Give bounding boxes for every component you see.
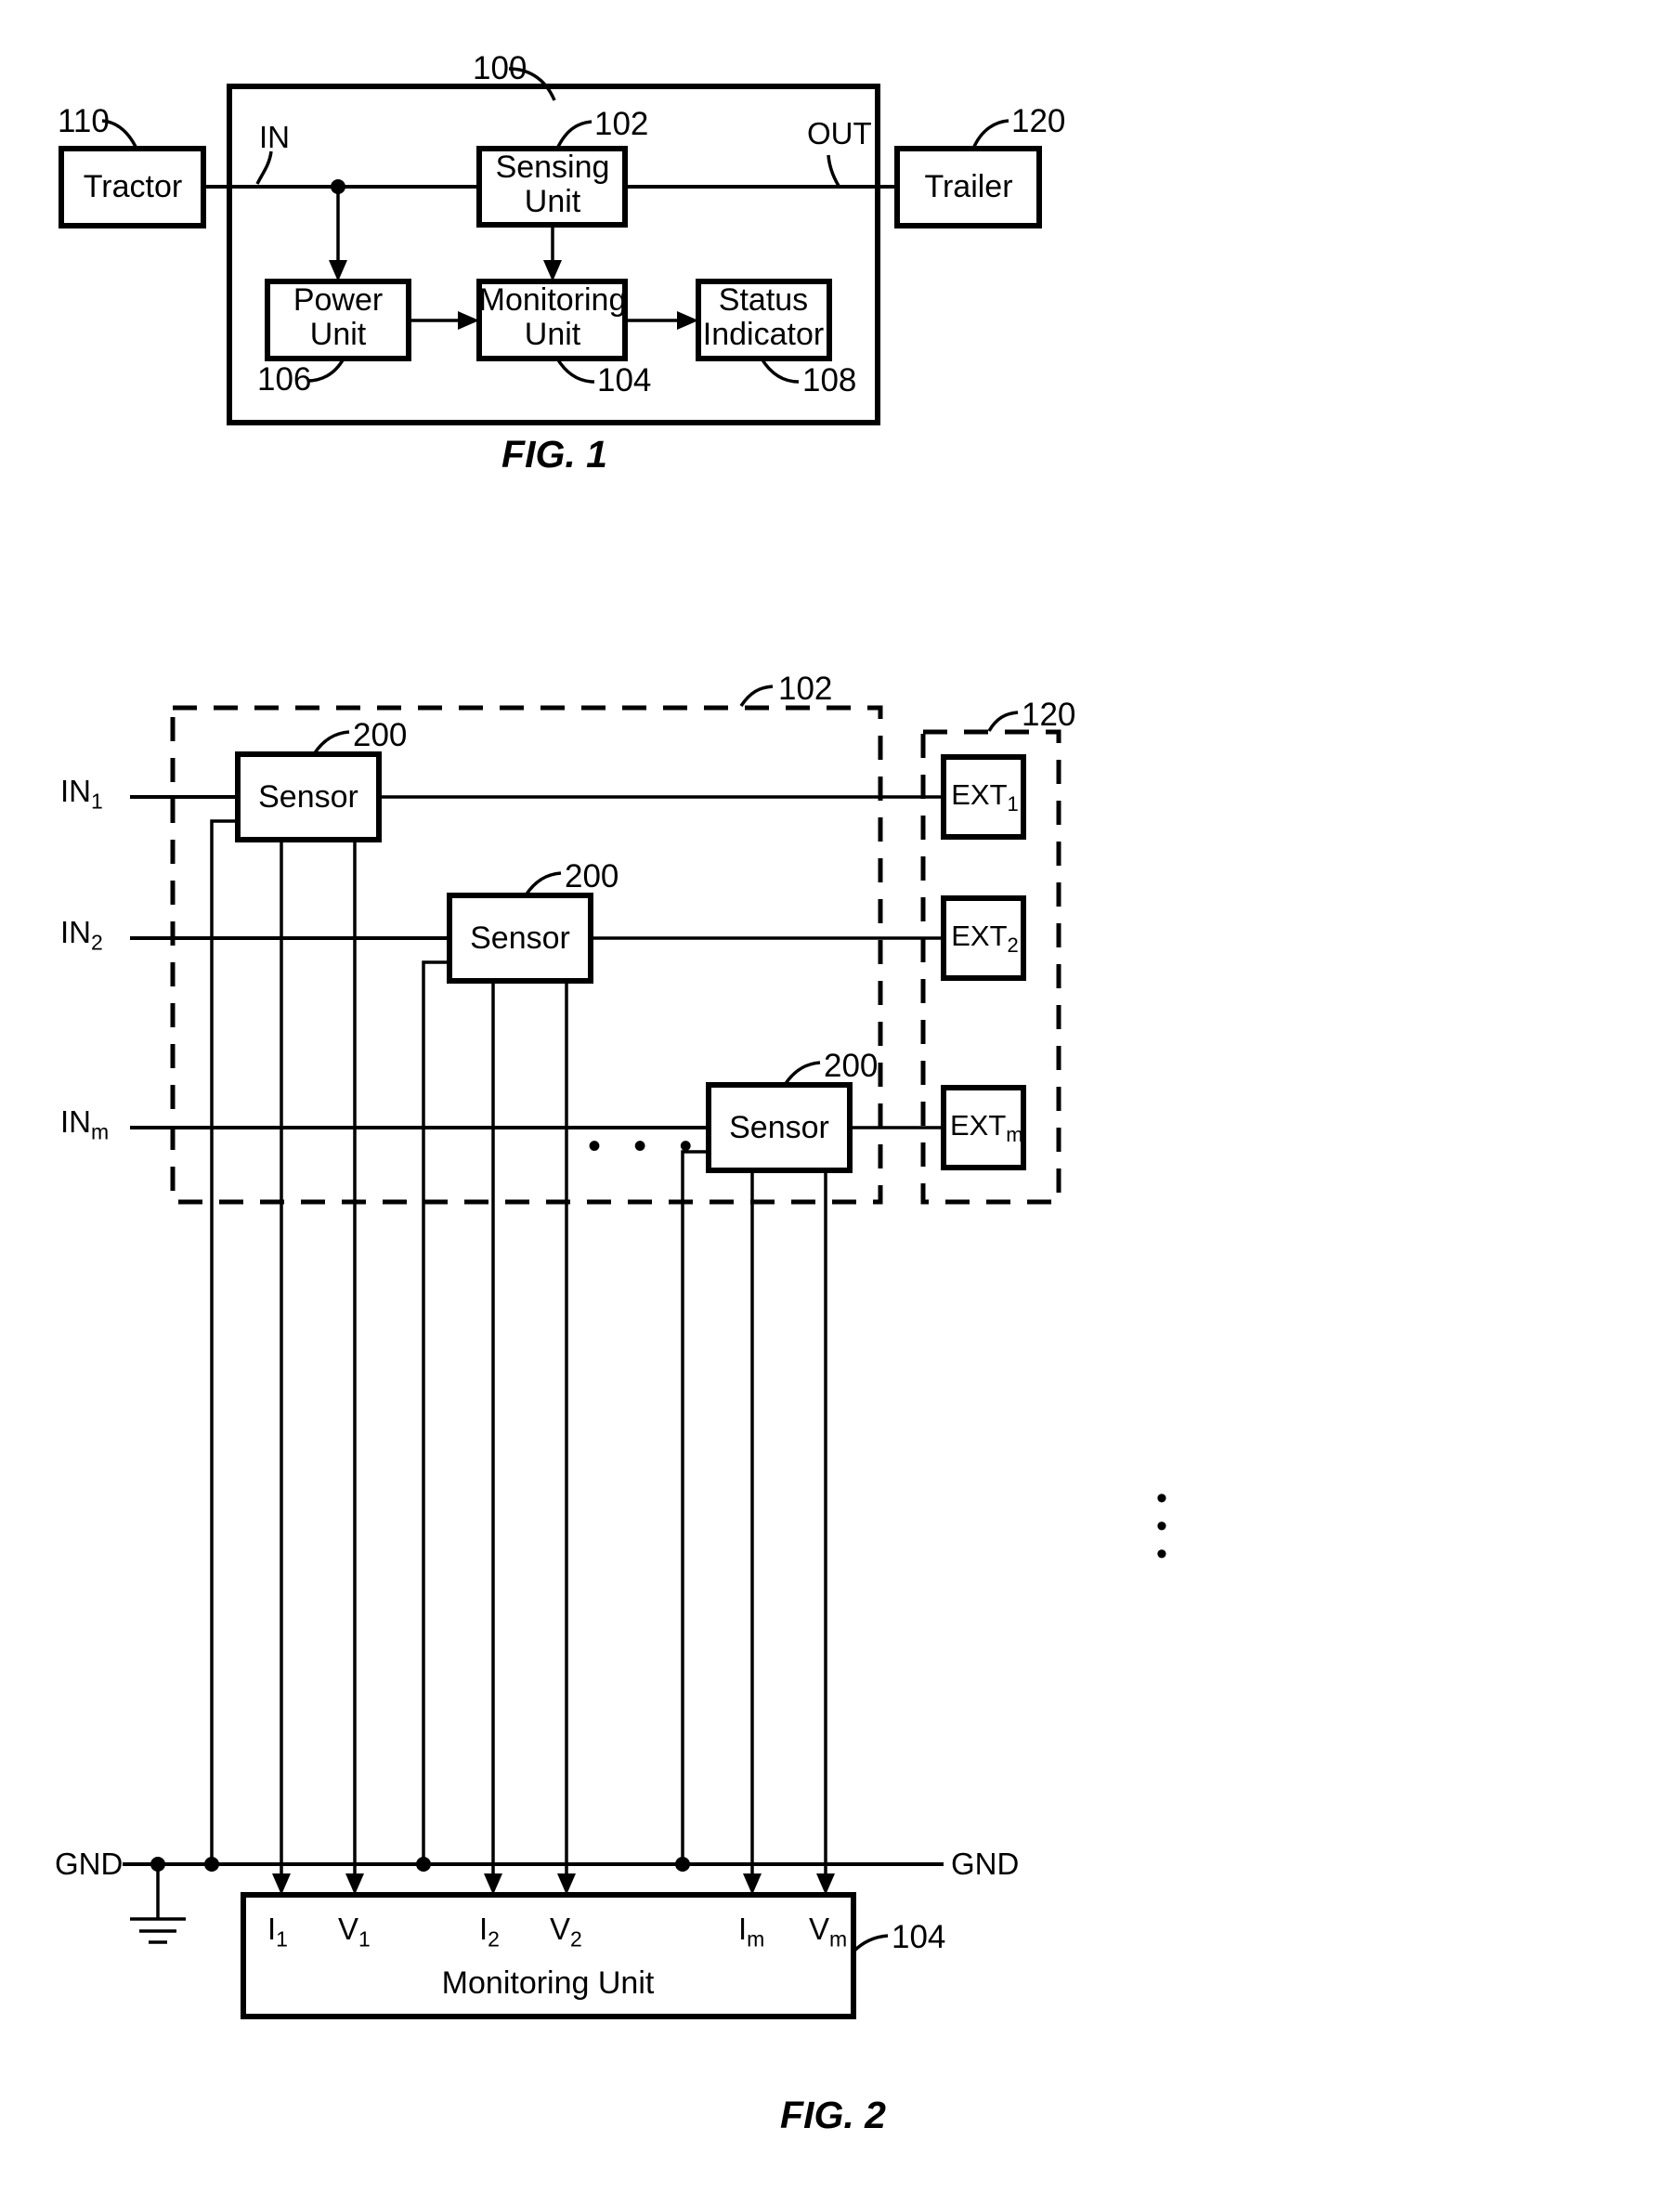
arrowhead-i1 (272, 1873, 291, 1895)
arrowhead-vm (816, 1873, 835, 1895)
ref-numeral-110: 110 (58, 103, 110, 139)
ref-numeral-120: 120 (1011, 103, 1065, 139)
block-label-power-unit-line2: Unit (310, 317, 367, 352)
figure-1-caption: FIG. 1 (501, 433, 607, 476)
block-label-status-indicator-line2: Indicator (703, 317, 824, 352)
block-ext-m (941, 1085, 1026, 1170)
figure-2: 102 120 200 Sensor 200 Sensor 200 Sensor… (123, 671, 1075, 2136)
port-label-in: IN (259, 120, 290, 154)
figure-1: Tractor Trailer Sensing Unit Power Unit … (58, 50, 1065, 476)
ref-numeral-sensor-2-200: 200 (565, 858, 619, 894)
block-label-monitoring-unit-fig2: Monitoring Unit (442, 1965, 655, 2001)
ref-numeral-fig2-104: 104 (892, 1919, 945, 1955)
block-label-sensor-2: Sensor (470, 920, 570, 956)
ref-numeral-fig2-120: 120 (1022, 697, 1075, 733)
block-label-status-indicator-line1: Status (719, 282, 808, 318)
port-label-out: OUT (807, 116, 872, 150)
leader-sensor-2-200 (524, 871, 562, 896)
arrowhead-v2 (557, 1873, 576, 1895)
leader-sensor-m-200 (783, 1061, 821, 1086)
junction-dot-gnd-sensor2 (416, 1857, 431, 1872)
drawing-sheet: Tractor Trailer Sensing Unit Power Unit … (0, 0, 1680, 2193)
block-ext-2 (941, 895, 1026, 981)
wire-sensorm-gnd (681, 1150, 709, 1864)
block-ext-1 (941, 754, 1026, 840)
ref-numeral-108: 108 (802, 362, 856, 398)
leader-fig2-102 (739, 685, 774, 707)
arrowhead-i2 (484, 1873, 502, 1895)
leader-fig2-104 (852, 1934, 889, 1953)
figures-canvas: Tractor Trailer Sensing Unit Power Unit … (58, 50, 1075, 2136)
ref-numeral-106: 106 (257, 361, 311, 398)
wire-sensor2-gnd (422, 960, 449, 1864)
junction-dot-gnd-sensor1 (204, 1857, 219, 1872)
block-label-monitoring-unit-line1: Monitoring (479, 282, 627, 318)
block-label-sensor-m: Sensor (729, 1110, 829, 1145)
ref-numeral-sensor-m-200: 200 (824, 1048, 878, 1084)
block-label-tractor: Tractor (84, 169, 182, 204)
wire-sensor1-gnd (210, 819, 238, 1864)
block-label-monitoring-unit-line2: Unit (525, 317, 581, 352)
ref-numeral-100: 100 (473, 50, 527, 86)
ref-numeral-sensor-1-200: 200 (353, 717, 407, 753)
block-label-sensor-1: Sensor (258, 779, 358, 815)
arrowhead-im (743, 1873, 762, 1895)
block-label-sensing-unit-line1: Sensing (496, 150, 610, 185)
arrowhead-v1 (345, 1873, 364, 1895)
block-label-power-unit-line1: Power (293, 282, 383, 318)
ref-numeral-fig2-102: 102 (778, 671, 832, 707)
leader-fig2-120 (987, 711, 1019, 732)
figure-2-caption: FIG. 2 (780, 2094, 886, 2136)
block-label-sensing-unit-line2: Unit (525, 184, 581, 219)
ref-numeral-102: 102 (594, 106, 648, 142)
block-label-trailer: Trailer (924, 169, 1012, 204)
ref-numeral-104: 104 (597, 362, 651, 398)
leader-sensor-1-200 (312, 730, 350, 755)
junction-dot-gnd-sensorm (675, 1857, 690, 1872)
leader-120 (971, 119, 1009, 150)
